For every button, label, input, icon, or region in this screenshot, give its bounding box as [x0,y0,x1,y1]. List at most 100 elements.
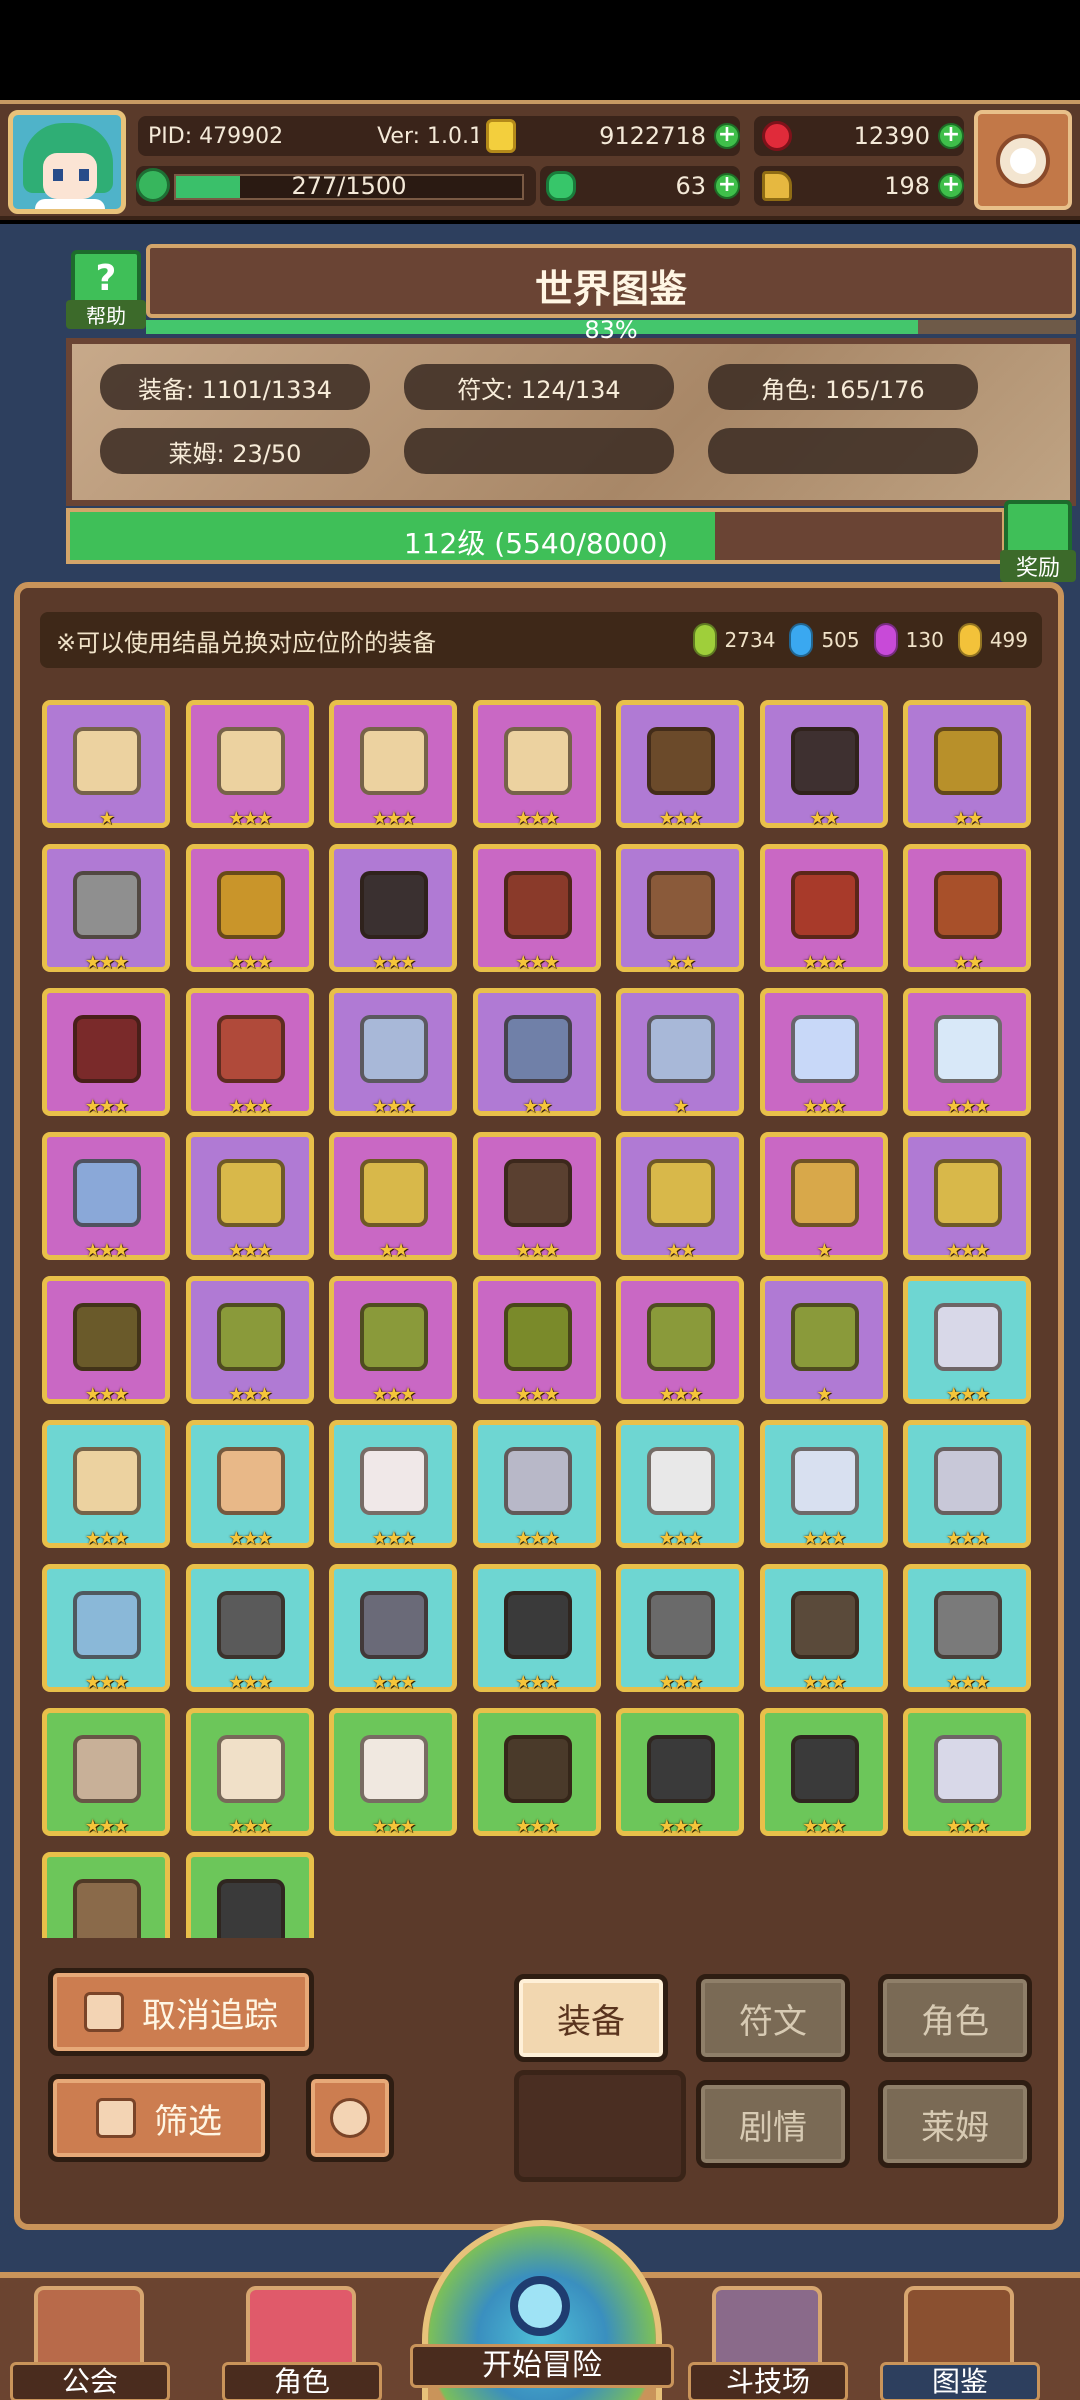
player-id: PID: 479902 [148,123,284,149]
equipment-slot[interactable]: ★★★ [616,1564,744,1693]
equipment-slot[interactable]: ★★★ [42,1276,170,1405]
world-book-panel: 装备: 1101/1334 符文: 124/134 角色: 165/176 莱姆… [66,244,1076,582]
stat-runes: 符文: 124/134 [404,364,674,410]
equipment-slot[interactable]: ★★★ [759,844,888,973]
equipment-slot[interactable]: ★★★ [759,1420,888,1549]
sword-icon [73,871,141,939]
equipment-slot[interactable]: ★★★ [185,700,314,829]
equipment-slot[interactable]: ★★★ [185,1420,314,1549]
add-coins-button[interactable]: + [714,123,740,149]
equipment-slot[interactable]: ★★★ [903,1420,1031,1549]
rarity-stars: ★★★ [515,1816,559,1837]
stamina-text: 277/1500 [291,172,407,200]
equipment-slot[interactable]: ★ [759,1132,888,1261]
equipment-slot[interactable]: ★ [759,1276,888,1405]
equipment-slot[interactable]: ★★★ [329,700,457,829]
equipment-slot[interactable]: ★★ [616,1132,744,1261]
equipment-slot[interactable]: ★★★ [185,988,314,1117]
equipment-slot[interactable]: ★★★ [329,988,457,1117]
nav-characters[interactable]: 角色 [222,2286,382,2400]
equipment-slot[interactable]: ★★★ [42,988,170,1117]
tab-characters[interactable]: 角色 [878,1974,1032,2062]
equipment-grid[interactable]: ★ ★★★ ★★★ ★★★ ★★★ ★★ ★★ ★★★ ★★★ ★★★ ★★★ ★★ ★★★ ★★ ★★★ ★… [42,698,1044,1938]
tab-slime[interactable]: 莱姆 [878,2080,1032,2168]
equipment-slot[interactable]: ★★★ [472,1420,601,1549]
equipment-slot[interactable]: ★★★ [759,1564,888,1693]
add-clovers-button[interactable]: + [714,173,740,199]
equipment-slot[interactable]: ★★★ [329,1420,457,1549]
nav-guild[interactable]: 公会 [10,2286,170,2400]
equipment-slot[interactable]: ★★ [903,844,1031,973]
equipment-slot[interactable]: ★ [42,700,170,829]
equipment-slot[interactable]: ★★★ [329,1564,457,1693]
equipment-slot[interactable]: ★★★ [903,1708,1031,1837]
equipment-slot[interactable]: ★★★ [616,700,744,829]
equipment-slot[interactable]: ★★★ [903,1564,1031,1693]
armor-icon [790,727,859,795]
equipment-slot[interactable]: ★★★ [472,700,601,829]
equipment-slot[interactable]: ★★ [329,1132,457,1261]
player-avatar[interactable] [8,110,126,214]
equipment-slot[interactable]: ★★★ [759,988,888,1117]
rarity-stars: ★★★ [228,1240,272,1261]
equipment-slot[interactable]: ★★★ [185,1708,314,1837]
equipment-slot[interactable]: ★★★ [616,1708,744,1837]
equipment-slot[interactable]: ★ [616,988,744,1117]
untrack-button[interactable]: 取消追踪 [48,1968,314,2056]
equipment-slot[interactable]: ★★★ [472,1564,601,1693]
equipment-slot[interactable]: ★★★ [472,844,601,973]
equipment-slot[interactable] [42,1852,170,1938]
helmet-icon [73,1447,141,1515]
equipment-slot[interactable]: ★★★ [329,1276,457,1405]
ingot-icon [73,727,141,795]
equipment-slot[interactable]: ★★★ [329,1708,457,1837]
reward-button[interactable]: 奖励 [1000,500,1076,582]
refresh-icon [330,2098,370,2138]
equipment-slot[interactable]: ★★★ [616,1420,744,1549]
crystal-purple: 130 [873,623,944,657]
equipment-slot[interactable]: ★★★ [42,1132,170,1261]
tab-story[interactable]: 剧情 [696,2080,850,2168]
guild-building-icon [34,2286,144,2372]
nav-codex[interactable]: 图鉴 [880,2286,1040,2400]
character-face-icon [246,2286,356,2372]
equipment-slot[interactable]: ★★★ [759,1708,888,1837]
tab-equipment[interactable]: 装备 [514,1974,668,2062]
nav-arena[interactable]: 斗技场 [688,2286,848,2400]
equipment-slot[interactable]: ★★★ [903,1132,1031,1261]
rarity-stars: ★★★ [945,1096,990,1117]
add-gems-button[interactable]: + [938,123,964,149]
equipment-slot[interactable]: ★★★ [42,1564,170,1693]
boots-icon [934,727,1002,795]
filter-button[interactable]: 筛选 [48,2074,270,2162]
equipment-slot[interactable]: ★★★ [472,1132,601,1261]
equipment-slot[interactable]: ★★★ [472,1276,601,1405]
equipment-slot[interactable]: ★★ [759,700,888,829]
rarity-stars: ★★ [952,952,983,973]
start-adventure-button[interactable]: 开始冒险 [410,2220,674,2400]
refresh-button[interactable] [306,2074,394,2162]
settings-button[interactable] [974,110,1072,210]
equipment-slot[interactable]: ★★★ [185,1132,314,1261]
equipment-slot[interactable]: ★★★ [903,988,1031,1117]
help-button[interactable]: ? 帮助 [66,250,146,332]
equipment-slot[interactable]: ★★★ [472,1708,601,1837]
rarity-stars: ★ [672,1096,689,1117]
add-boots-button[interactable]: + [938,173,964,199]
equipment-slot[interactable]: ★★ [616,844,744,973]
ring-icon [360,1303,428,1371]
equipment-slot[interactable]: ★★★ [185,1276,314,1405]
equipment-slot[interactable]: ★★★ [42,1420,170,1549]
equipment-slot[interactable]: ★★★ [185,1564,314,1693]
equipment-slot[interactable]: ★★★ [42,1708,170,1837]
equipment-slot[interactable] [185,1852,314,1938]
equipment-slot[interactable]: ★★★ [185,844,314,973]
equipment-slot[interactable]: ★★★ [903,1276,1031,1405]
equipment-slot[interactable]: ★★ [903,700,1031,829]
equipment-slot[interactable]: ★★★ [42,844,170,973]
equipment-slot[interactable]: ★★★ [329,844,457,973]
crystal-icon [790,1015,859,1083]
equipment-slot[interactable]: ★★ [472,988,601,1117]
equipment-slot[interactable]: ★★★ [616,1276,744,1405]
tab-runes[interactable]: 符文 [696,1974,850,2062]
